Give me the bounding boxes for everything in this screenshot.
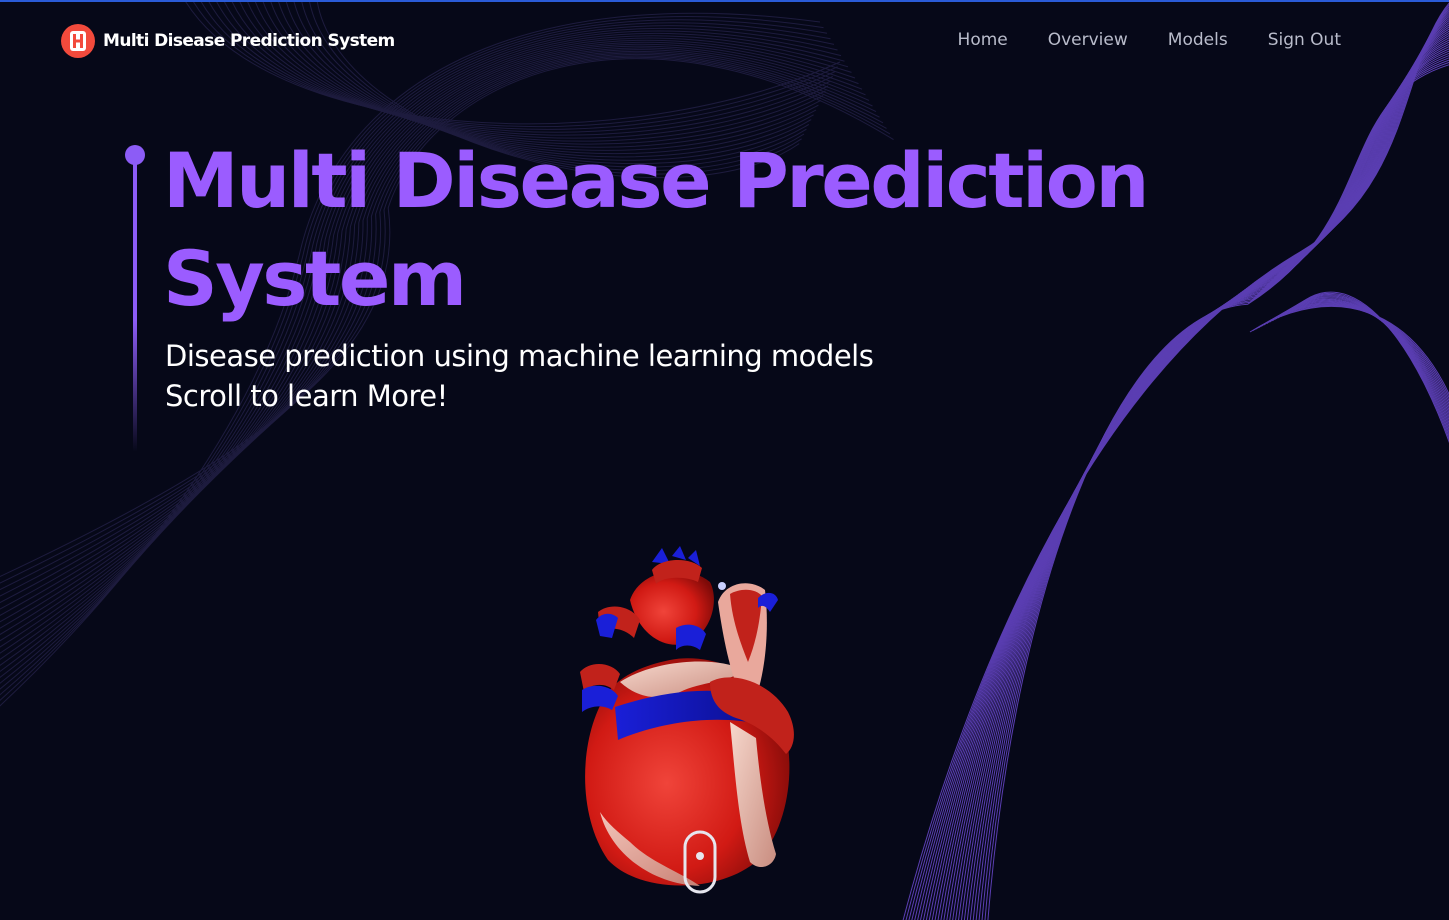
brand-title: Multi Disease Prediction System [103,31,395,51]
nav-link-home[interactable]: Home [958,30,1008,50]
timeline-line [133,160,137,452]
main-nav: Home Overview Models Sign Out [958,30,1341,50]
top-navbar: Multi Disease Prediction System Home Ove… [0,2,1449,82]
mouse-scroll-icon[interactable] [683,830,717,894]
hero-subtitle-line1: Disease prediction using machine learnin… [165,339,874,373]
nav-link-overview[interactable]: Overview [1048,30,1128,50]
nav-link-sign-out[interactable]: Sign Out [1268,30,1341,50]
brand-link[interactable]: Multi Disease Prediction System [61,24,395,58]
nav-link-models[interactable]: Models [1168,30,1228,50]
hero-subtitle: Disease prediction using machine learnin… [165,336,874,416]
hero-title: Multi Disease Prediction System [163,136,1150,323]
hero-subtitle-line2: Scroll to learn More! [165,379,448,413]
hospital-logo-icon [61,24,95,58]
landing-page: Multi Disease Prediction System Home Ove… [0,0,1449,920]
